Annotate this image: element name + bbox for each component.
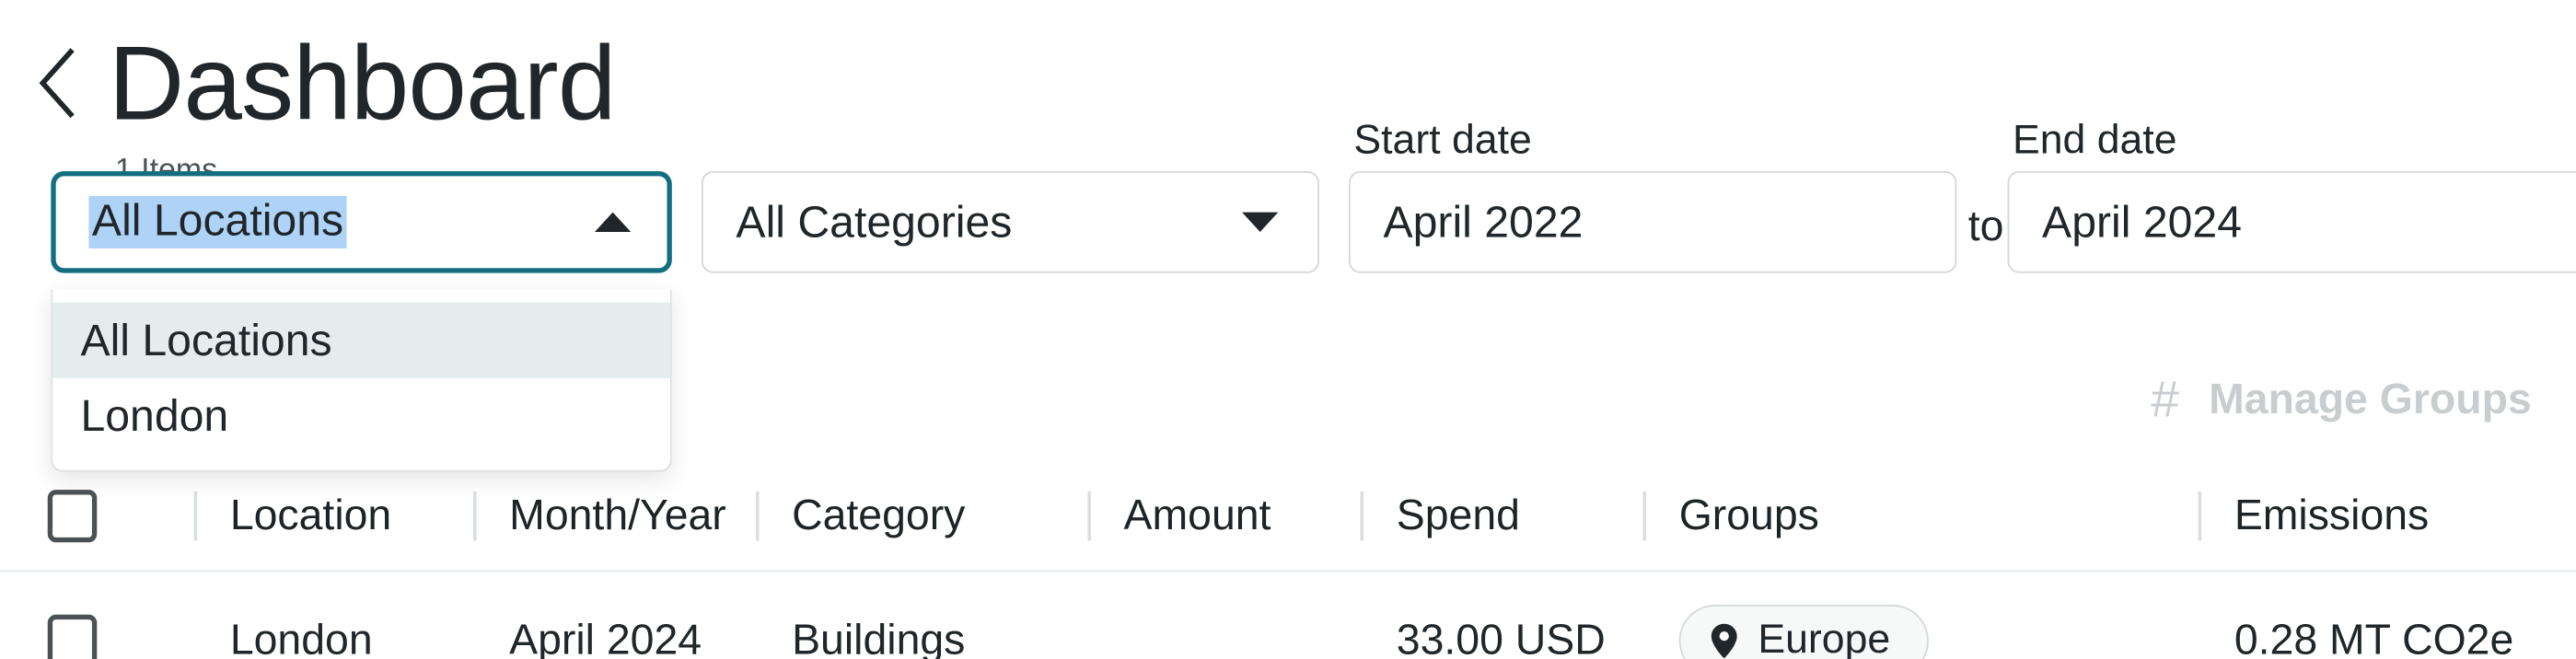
- start-date-label: Start date: [1353, 117, 1532, 164]
- column-divider: [1087, 491, 1091, 540]
- group-chip-label: Europe: [1758, 616, 1891, 659]
- cell-spend: 33.00 USD: [1361, 572, 1673, 659]
- hash-icon: #: [2151, 370, 2180, 428]
- column-divider: [1642, 491, 1647, 540]
- map-pin-icon: [1711, 622, 1738, 658]
- dropdown-option-all-locations[interactable]: All Locations: [52, 302, 671, 378]
- column-header-label: Location: [229, 490, 392, 539]
- page-header: Dashboard 1 Items: [0, 24, 617, 191]
- manage-groups-label: Manage Groups: [2209, 374, 2532, 423]
- group-chip-wrap: Europe: [1642, 604, 1929, 659]
- dropdown-option-label: All Locations: [80, 315, 332, 364]
- select-all-cell: [0, 460, 145, 571]
- column-header-category[interactable]: Category: [755, 460, 1085, 571]
- title-block: Dashboard 1 Items: [108, 24, 617, 191]
- column-divider: [472, 491, 477, 540]
- cell-month-year: April 2024: [473, 572, 752, 659]
- page-title: Dashboard: [108, 24, 617, 143]
- manage-groups-button[interactable]: # Manage Groups: [2151, 374, 2532, 424]
- column-divider: [1360, 491, 1364, 540]
- caret-down-icon: [1242, 212, 1279, 233]
- column-header-label: Amount: [1123, 490, 1271, 539]
- cell-emissions: 0.28 MT CO2e: [2199, 572, 2576, 659]
- column-header-label: Emissions: [2234, 490, 2430, 539]
- end-date-value: April 2024: [2042, 196, 2243, 247]
- back-button[interactable]: [10, 24, 102, 142]
- table-row[interactable]: London April 2024 Buildings 33.00 USD Eu…: [0, 572, 2576, 659]
- end-date-input[interactable]: End date April 2024: [2007, 117, 2576, 273]
- group-chip-europe[interactable]: Europe: [1678, 604, 1929, 659]
- chevron-left-icon: [34, 47, 76, 120]
- column-header-label: Month/Year: [509, 490, 726, 539]
- cell-value: April 2024: [509, 614, 702, 659]
- cell-value: Buildings: [792, 614, 966, 659]
- locations-select-value: All Locations: [88, 195, 347, 249]
- dashboard-page: Dashboard 1 Items All Locations All Loca…: [0, 0, 2576, 659]
- dropdown-option-label: London: [80, 390, 229, 440]
- end-date-label: End date: [2012, 117, 2177, 164]
- cell-value: 33.00 USD: [1396, 614, 1606, 659]
- start-date-input[interactable]: Start date April 2022: [1349, 117, 1957, 273]
- row-select-cell: [0, 572, 145, 659]
- column-divider: [2198, 491, 2202, 540]
- date-range-separator: to: [1967, 201, 2004, 250]
- data-table: Location Month/Year Category Amount Spen…: [0, 460, 2576, 659]
- row-checkbox[interactable]: [47, 613, 98, 659]
- start-date-value: April 2022: [1383, 196, 1584, 247]
- cell-value: 0.28 MT CO2e: [2234, 614, 2514, 659]
- column-header-emissions[interactable]: Emissions: [2198, 460, 2576, 571]
- table-header-row: Location Month/Year Category Amount Spen…: [0, 460, 2576, 572]
- column-header-month-year[interactable]: Month/Year: [472, 460, 752, 571]
- cell-location: London: [194, 572, 458, 659]
- column-header-location[interactable]: Location: [193, 460, 458, 571]
- categories-select[interactable]: All Categories: [701, 171, 1319, 273]
- locations-select[interactable]: All Locations: [51, 171, 672, 273]
- select-all-checkbox[interactable]: [47, 489, 98, 542]
- cell-value: London: [229, 614, 373, 659]
- column-header-label: Groups: [1678, 490, 1819, 539]
- column-divider: [755, 491, 760, 540]
- column-header-label: Category: [792, 490, 966, 539]
- column-header-label: Spend: [1396, 490, 1520, 539]
- dropdown-option-london[interactable]: London: [52, 378, 670, 454]
- cell-amount: [1087, 572, 1351, 659]
- locations-dropdown-menu[interactable]: All Locations London: [51, 289, 672, 472]
- column-divider: [193, 491, 198, 540]
- column-header-groups[interactable]: Groups: [1642, 460, 2185, 571]
- column-header-spend[interactable]: Spend: [1360, 460, 1640, 571]
- cell-category: Buildings: [756, 572, 1085, 659]
- column-header-amount[interactable]: Amount: [1087, 460, 1351, 571]
- filter-bar: All Locations All Locations London All C…: [0, 117, 2576, 472]
- categories-select-value: All Categories: [736, 196, 1013, 247]
- caret-up-icon: [594, 212, 632, 233]
- cell-groups: Europe: [1642, 572, 2185, 659]
